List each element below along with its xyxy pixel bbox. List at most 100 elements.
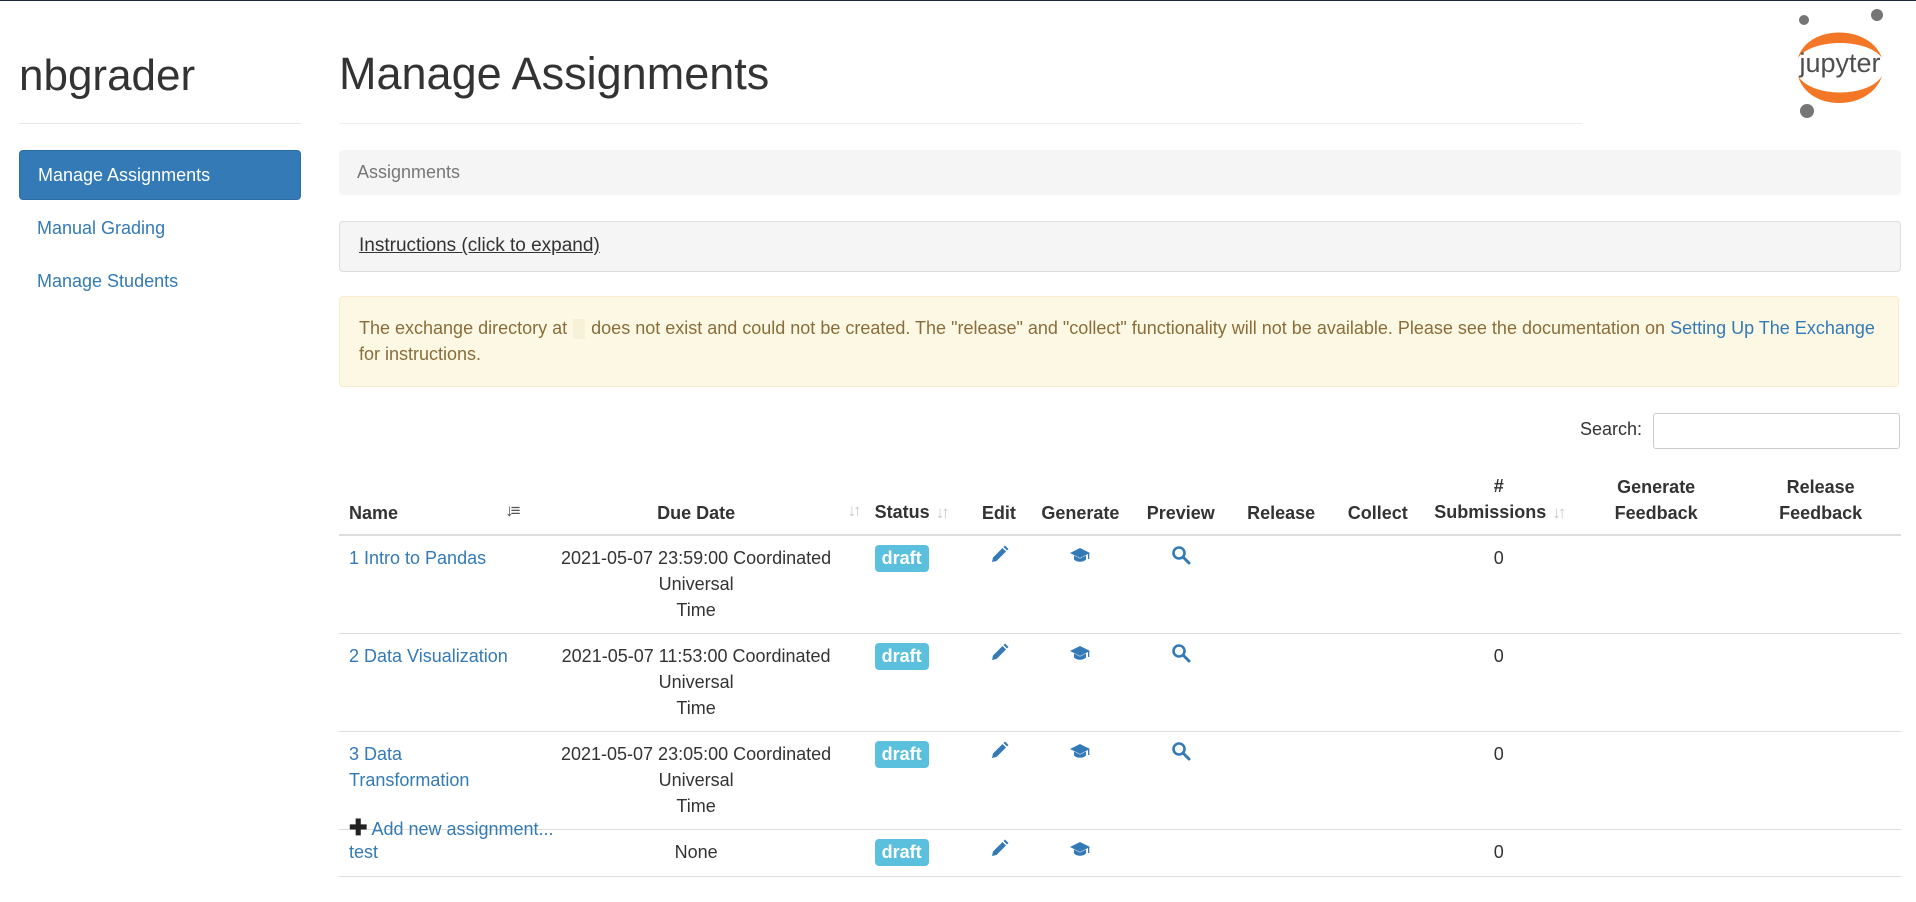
add-assignment-label: Add new assignment... — [371, 819, 554, 839]
graduation-cap-icon[interactable] — [1069, 545, 1091, 571]
jupyter-logo-text: jupyter — [1798, 48, 1880, 78]
status-badge: draft — [874, 643, 929, 670]
status-badge: draft — [874, 545, 929, 572]
instructions-toggle-link[interactable]: Instructions (click to expand) — [359, 235, 600, 257]
table-row: test None draft 0 — [339, 829, 1901, 877]
generate-cell — [1031, 829, 1130, 877]
sidebar-nav: Manage Assignments Manual Grading Manage… — [19, 150, 301, 310]
column-header-status-label: Status — [874, 502, 930, 522]
collect-cell — [1330, 535, 1426, 634]
column-header-name-label: Name — [349, 503, 399, 523]
collect-cell — [1330, 731, 1426, 830]
column-header-preview: Preview — [1129, 465, 1233, 536]
column-header-due-date[interactable]: Due Date ↓↑ — [523, 465, 869, 536]
generate-cell — [1031, 535, 1130, 634]
release-feedback-cell — [1740, 829, 1901, 877]
sidebar-item-manage-students[interactable]: Manage Students — [19, 257, 301, 306]
table-row: 2 Data Visualization 2021-05-07 11:53:00… — [339, 633, 1901, 732]
edit-cell — [966, 731, 1032, 830]
assignment-name-link[interactable]: 2 Data Visualization — [349, 646, 508, 666]
generate-feedback-cell — [1572, 633, 1741, 732]
submissions-cell: 0 — [1425, 633, 1573, 732]
column-header-submissions[interactable]: # Submissions ↓↑ — [1425, 465, 1573, 536]
release-feedback-cell — [1740, 731, 1901, 830]
assignment-name-link[interactable]: 1 Intro to Pandas — [349, 548, 486, 568]
status-cell: draft — [868, 829, 967, 877]
breadcrumb-item: Assignments — [357, 162, 461, 182]
due-date-cell: 2021-05-07 23:05:00 Coordinated Universa… — [523, 731, 869, 830]
sidebar-item-manual-grading[interactable]: Manual Grading — [19, 204, 301, 253]
column-header-release: Release — [1232, 465, 1331, 536]
release-cell — [1232, 535, 1331, 634]
search-input[interactable] — [1653, 413, 1900, 449]
graduation-cap-icon[interactable] — [1069, 839, 1091, 865]
generate-feedback-header-line2: Feedback — [1614, 503, 1698, 523]
alert-text-before: The exchange directory at — [359, 318, 568, 338]
generate-feedback-header-line1: Generate — [1617, 477, 1696, 497]
assignment-name-cell: 2 Data Visualization — [339, 633, 524, 732]
edit-cell — [966, 535, 1032, 634]
column-header-status[interactable]: Status ↓↑ — [868, 465, 967, 536]
collect-cell — [1330, 633, 1426, 732]
search-icon[interactable] — [1171, 643, 1191, 670]
submissions-cell: 0 — [1425, 535, 1573, 634]
due-date-cell: None — [523, 829, 869, 877]
assignment-name-link[interactable]: test — [349, 842, 378, 862]
due-date-text-line2: Time — [676, 796, 716, 816]
table-row: 1 Intro to Pandas 2021-05-07 23:59:00 Co… — [339, 535, 1901, 634]
generate-feedback-cell — [1572, 731, 1741, 830]
pencil-icon[interactable] — [989, 741, 1009, 768]
table-row: 3 Data Transformation 2021-05-07 23:05:0… — [339, 731, 1901, 830]
sort-ascending-icon[interactable]: ↓≡ — [505, 498, 521, 524]
submissions-cell: 0 — [1425, 731, 1573, 830]
submissions-header-line1: # — [1493, 476, 1504, 496]
sort-icon[interactable]: ↓↑ — [848, 498, 862, 524]
due-date-text-line2: Time — [676, 600, 716, 620]
jupyter-logo: jupyter — [1798, 9, 1883, 118]
release-feedback-header-line2: Feedback — [1779, 503, 1863, 523]
exchange-directory-path — [573, 319, 586, 340]
brand-divider — [19, 123, 301, 124]
release-feedback-cell — [1740, 633, 1901, 732]
preview-cell — [1129, 535, 1233, 634]
preview-cell — [1129, 829, 1233, 877]
preview-cell — [1129, 633, 1233, 732]
generate-cell — [1031, 633, 1130, 732]
pencil-icon[interactable] — [989, 545, 1009, 572]
graduation-cap-icon[interactable] — [1069, 741, 1091, 767]
release-cell — [1232, 633, 1331, 732]
assignment-name-cell: 1 Intro to Pandas — [339, 535, 524, 634]
add-assignment-link[interactable]: ✚ Add new assignment... — [349, 815, 554, 841]
sidebar-item-manage-assignments[interactable]: Manage Assignments — [19, 150, 301, 200]
breadcrumb: Assignments — [339, 150, 1901, 195]
status-cell: draft — [868, 535, 967, 634]
search-icon[interactable] — [1171, 741, 1191, 768]
column-header-generate-feedback: Generate Feedback — [1572, 465, 1741, 536]
assignment-name-link[interactable]: 3 Data Transformation — [349, 744, 469, 790]
release-cell — [1232, 731, 1331, 830]
status-cell: draft — [868, 731, 967, 830]
column-header-name[interactable]: Name ↓≡ — [339, 465, 524, 536]
column-header-collect: Collect — [1330, 465, 1426, 536]
column-header-release-feedback: Release Feedback — [1740, 465, 1901, 536]
column-header-due-date-label: Due Date — [657, 503, 736, 523]
sort-icon[interactable]: ↓↑ — [1552, 500, 1566, 526]
edit-cell — [966, 633, 1032, 732]
pencil-icon[interactable] — [989, 643, 1009, 670]
column-header-generate: Generate — [1031, 465, 1130, 536]
due-date-cell: 2021-05-07 11:53:00 Coordinated Universa… — [523, 633, 869, 732]
search-label: Search: — [1580, 419, 1643, 439]
sort-icon[interactable]: ↓↑ — [936, 500, 950, 526]
submissions-header-line2: Submissions — [1434, 502, 1547, 522]
alert-text-after: does not exist and could not be created.… — [591, 318, 1666, 338]
release-feedback-cell — [1740, 535, 1901, 634]
pencil-icon[interactable] — [989, 839, 1009, 866]
collect-cell — [1330, 829, 1426, 877]
column-header-edit: Edit — [966, 465, 1032, 536]
preview-cell — [1129, 731, 1233, 830]
title-divider — [339, 123, 1582, 124]
search-icon[interactable] — [1171, 545, 1191, 572]
setting-up-exchange-link[interactable]: Setting Up The Exchange — [1670, 318, 1875, 338]
graduation-cap-icon[interactable] — [1069, 643, 1091, 669]
instructions-panel: Instructions (click to expand) — [339, 221, 1901, 272]
